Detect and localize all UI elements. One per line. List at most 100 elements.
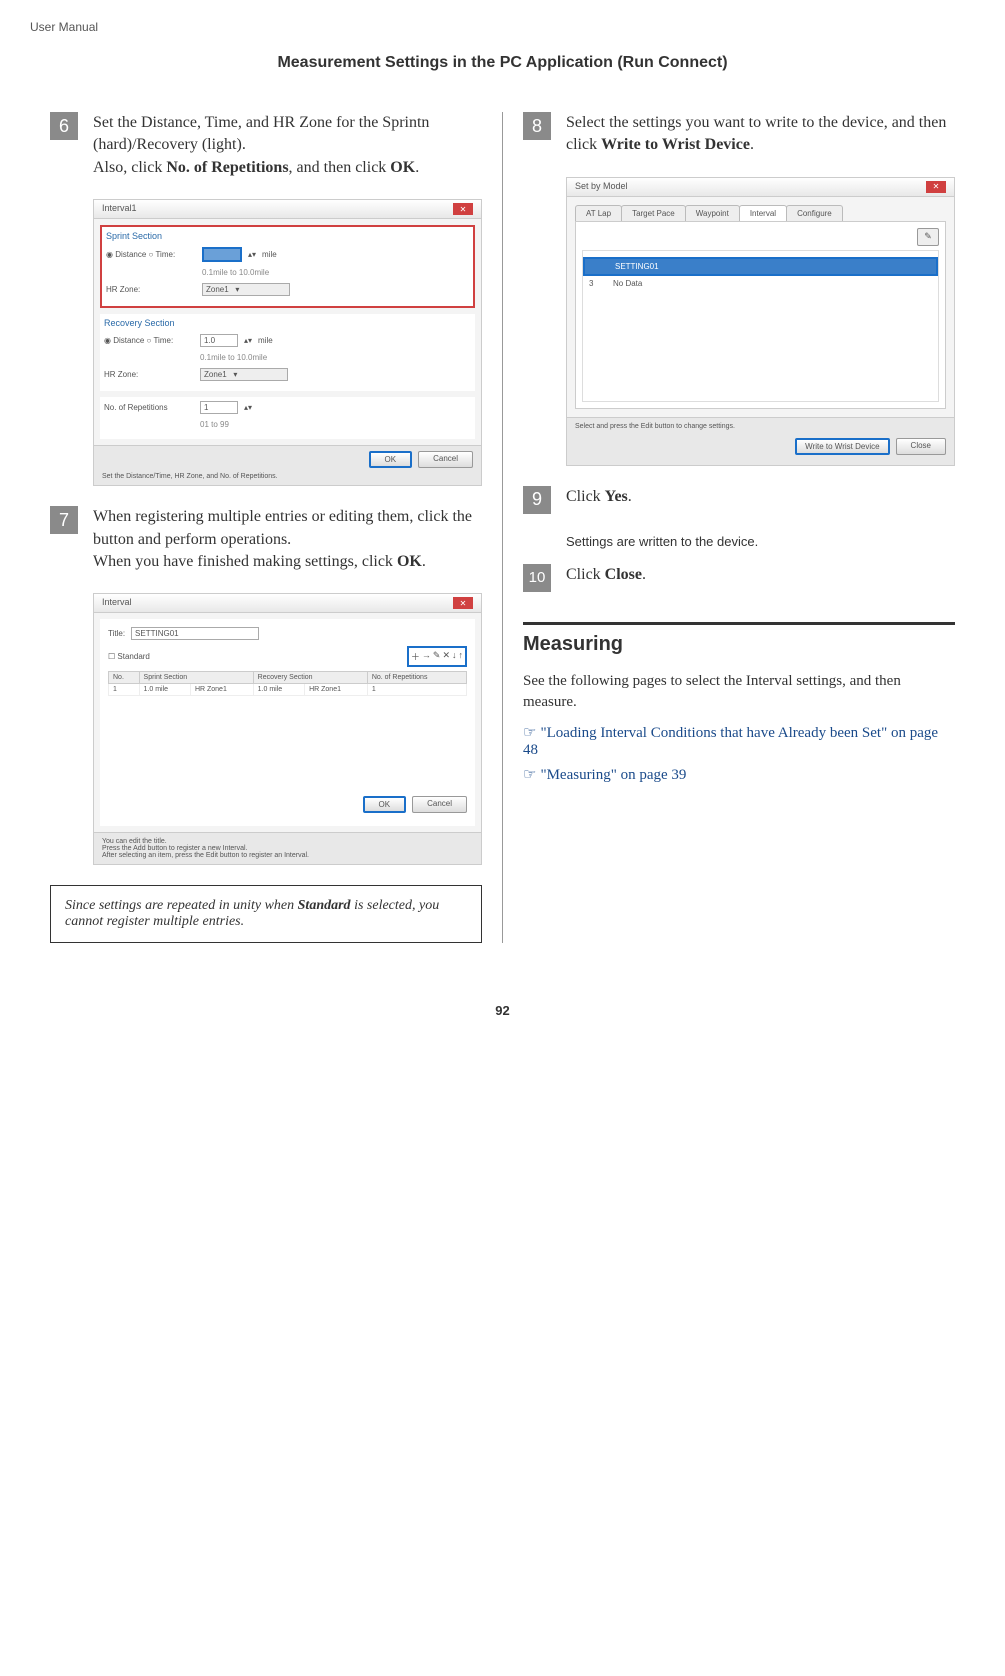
shot3-hint: Select and press the Edit button to chan… <box>575 423 946 430</box>
step-7-bold-b: OK <box>397 553 422 570</box>
shot2-cancel-button[interactable]: Cancel <box>412 796 467 813</box>
shot2-footer3: After selecting an item, press the Edit … <box>102 852 473 859</box>
shot1-dist-time[interactable]: Distance ○ Time: <box>115 250 175 259</box>
shot1-sprint-distance-input[interactable] <box>202 247 242 262</box>
shot2-row1-no: 1 <box>109 684 140 696</box>
close-icon[interactable]: ✕ <box>453 597 473 609</box>
tab-at-lap[interactable]: AT Lap <box>575 205 622 221</box>
shot3-close-button[interactable]: Close <box>896 438 946 455</box>
shot2-row1-rec-hr: HR Zone1 <box>305 684 368 696</box>
shot1-footer-text: Set the Distance/Time, HR Zone, and No. … <box>102 473 473 480</box>
shot2-col-reps: No. of Repetitions <box>367 672 466 684</box>
step-7-text-c: . <box>422 553 426 570</box>
step-6-text-c: , and then click <box>289 159 391 176</box>
shot1-title: Interval1 <box>102 203 137 215</box>
shot1-ok-button[interactable]: OK <box>369 451 413 468</box>
shot1-mile-unit: mile <box>262 250 277 259</box>
step-6-text-a: Set the Distance, Time, and HR Zone for … <box>93 114 429 153</box>
step-10-text-a: Click <box>566 566 605 583</box>
step-9-text-a: Click <box>566 488 605 505</box>
shot2-standard-checkbox[interactable]: Standard <box>117 652 149 661</box>
shot3-title: Set by Model <box>575 181 628 193</box>
edit-icon[interactable]: ✎ <box>433 650 441 663</box>
page-number: 92 <box>30 1003 975 1018</box>
tab-interval[interactable]: Interval <box>739 205 787 221</box>
shot1-recovery-distance-input[interactable]: 1.0 <box>200 334 238 347</box>
shot2-row1-sprint: 1.0 mile <box>139 684 190 696</box>
shot2-toolbar: ＋ → ✎ ✕ ↓ ↑ <box>407 646 467 667</box>
table-row[interactable]: 1 1.0 mile HR Zone1 1.0 mile HR Zone1 1 <box>109 684 467 696</box>
xref-2[interactable]: ☞"Measuring" on page 39 <box>523 765 955 784</box>
step-9-subnote: Settings are written to the device. <box>566 534 955 549</box>
xref-1[interactable]: ☞"Loading Interval Conditions that have … <box>523 723 955 759</box>
measuring-body: See the following pages to select the In… <box>523 671 955 713</box>
xref-1-text: "Loading Interval Conditions that have A… <box>523 725 938 758</box>
xref-2-text: "Measuring" on page 39 <box>540 767 686 783</box>
note-bold: Standard <box>298 898 351 913</box>
shot2-footer1: You can edit the title. <box>102 838 473 845</box>
shot2-col-sprint: Sprint Section <box>139 672 253 684</box>
step-10-text-b: . <box>642 566 646 583</box>
step-9-body: Click Yes. <box>566 486 955 514</box>
tab-waypoint[interactable]: Waypoint <box>685 205 740 221</box>
step-8-body: Select the settings you want to write to… <box>566 112 955 157</box>
tab-configure[interactable]: Configure <box>786 205 843 221</box>
shot1-rec-hrzone-label: HR Zone: <box>104 370 194 379</box>
step-10-body: Click Close. <box>566 564 955 592</box>
tab-target-pace[interactable]: Target Pace <box>621 205 686 221</box>
shot2-title-label: Title: <box>108 629 125 638</box>
step-7-text-b: When you have finished making settings, … <box>93 553 397 570</box>
right-icon[interactable]: → <box>422 650 431 663</box>
shot1-sprint-label: Sprint Section <box>106 231 469 241</box>
section-title: Measurement Settings in the PC Applicati… <box>30 54 975 72</box>
close-icon[interactable]: ✕ <box>453 203 473 215</box>
list-item-selected[interactable]: SETTING01 <box>583 257 938 276</box>
shot2-footer2: Press the Add button to register a new I… <box>102 845 473 852</box>
shot1-recovery-label: Recovery Section <box>104 318 471 328</box>
shot2-row1-sprint-hr: HR Zone1 <box>190 684 253 696</box>
step-6-body: Set the Distance, Time, and HR Zone for … <box>93 112 482 179</box>
shot3-row3-no: 3 <box>589 279 601 288</box>
write-to-wrist-device-button[interactable]: Write to Wrist Device <box>795 438 889 455</box>
shot2-title-input[interactable]: SETTING01 <box>131 627 259 640</box>
shot1-reps-input[interactable]: 1 <box>200 401 238 414</box>
down-icon[interactable]: ↓ <box>452 650 457 663</box>
step-8: 8 Select the settings you want to write … <box>523 112 955 157</box>
shot3-selected-label: SETTING01 <box>615 262 659 271</box>
step-7-text-a: When registering multiple entries or edi… <box>93 508 472 547</box>
step-number-9: 9 <box>523 486 551 514</box>
close-icon[interactable]: ✕ <box>926 181 946 193</box>
step-8-text-b: . <box>750 136 754 153</box>
list-item[interactable]: 3 No Data <box>583 276 938 291</box>
shot2-row1-reps: 1 <box>367 684 466 696</box>
shot2-title: Interval <box>102 597 132 609</box>
step-6-text-d: . <box>415 159 419 176</box>
shot2-col-recovery: Recovery Section <box>253 672 367 684</box>
shot2-ok-button[interactable]: OK <box>363 796 407 813</box>
add-icon[interactable]: ＋ <box>411 650 420 663</box>
shot1-zone-value: Zone1 <box>206 285 229 294</box>
delete-icon[interactable]: ✕ <box>442 650 450 663</box>
up-icon[interactable]: ↑ <box>459 650 464 663</box>
step-7: 7 When registering multiple entries or e… <box>50 506 482 573</box>
shot1-rec-mile: mile <box>258 336 273 345</box>
shot1-rec-range: 0.1mile to 10.0mile <box>200 353 471 362</box>
shot1-cancel-button[interactable]: Cancel <box>418 451 473 468</box>
step-10-bold-a: Close <box>605 566 642 583</box>
step-9-bold-a: Yes <box>605 488 628 505</box>
step-6: 6 Set the Distance, Time, and HR Zone fo… <box>50 112 482 179</box>
step-6-text-b: Also, click <box>93 159 166 176</box>
hand-icon: ☞ <box>523 723 536 742</box>
edit-icon[interactable]: ✎ <box>917 228 939 246</box>
step-10: 10 Click Close. <box>523 564 955 592</box>
shot2-row1-rec: 1.0 mile <box>253 684 304 696</box>
step-6-bold-c: OK <box>390 159 415 176</box>
shot1-sprint-hrzone-dropdown[interactable]: Zone1 ▾ <box>202 283 290 296</box>
step-number-7: 7 <box>50 506 78 534</box>
step-number-6: 6 <box>50 112 78 140</box>
shot1-reps-range: 01 to 99 <box>200 420 471 429</box>
shot1-recovery-hrzone-dropdown[interactable]: Zone1 ▾ <box>200 368 288 381</box>
step-number-8: 8 <box>523 112 551 140</box>
shot1-rec-dist-time[interactable]: Distance ○ Time: <box>113 336 173 345</box>
shot2-col-no: No. <box>109 672 140 684</box>
